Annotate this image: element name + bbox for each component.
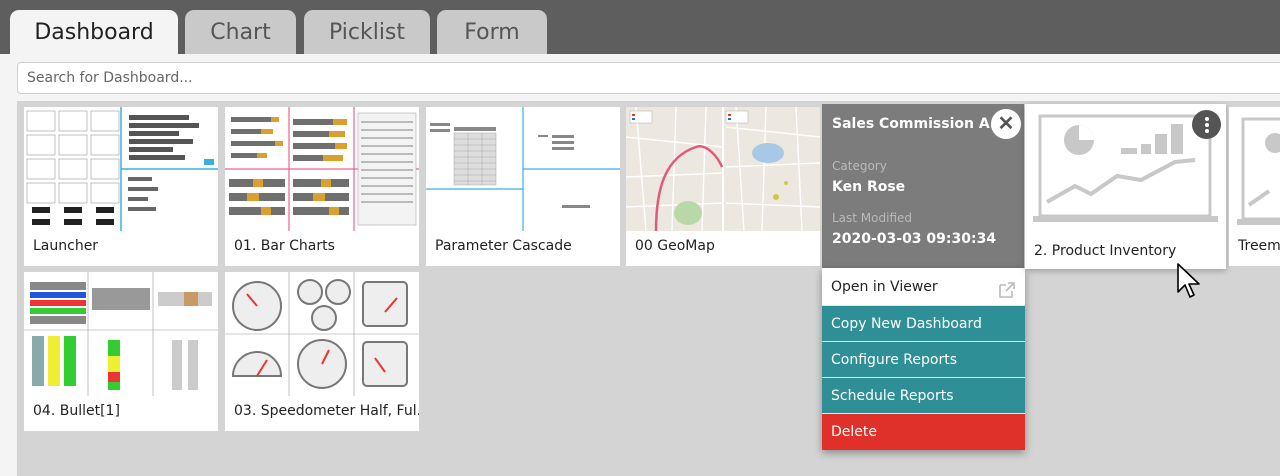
external-link-icon[interactable] — [997, 277, 1017, 298]
dashboard-card-speedometer[interactable]: 03. Speedometer Half, Ful... — [225, 272, 419, 431]
schedule-reports-item[interactable]: Schedule Reports — [822, 378, 1025, 414]
tab-picklist[interactable]: Picklist — [304, 10, 430, 54]
delete-item[interactable]: Delete — [822, 414, 1025, 450]
last-modified-label: Last Modified — [832, 211, 913, 225]
search-input[interactable]: Search for Dashboard... — [17, 62, 1280, 94]
card-label: 2. Product Inventory — [1034, 243, 1177, 259]
card-label: 00 GeoMap — [635, 238, 715, 254]
dashboard-thumbnail — [225, 107, 419, 231]
card-label: 03. Speedometer Half, Ful... — [234, 403, 419, 419]
last-modified-value: 2020-03-03 09:30:34 — [832, 231, 997, 247]
more-options-button[interactable] — [1192, 110, 1221, 139]
dashboard-card-bullet[interactable]: 04. Bullet[1] — [24, 272, 218, 431]
card-label: Treema — [1238, 238, 1280, 254]
dashboard-thumbnail — [24, 107, 218, 231]
dashboard-thumbnail — [24, 272, 218, 396]
kebab-menu-icon — [1204, 116, 1209, 133]
dashboard-context-menu: Open in Viewer Copy New Dashboard Config… — [822, 268, 1025, 450]
dashboard-card-geomap[interactable]: 00 GeoMap — [626, 107, 820, 266]
configure-reports-item[interactable]: Configure Reports — [822, 342, 1025, 378]
dashboard-info-panel: Sales Commission A... ✕ Category Ken Ros… — [822, 104, 1024, 268]
close-icon: ✕ — [997, 113, 1015, 135]
card-label: 04. Bullet[1] — [33, 403, 120, 419]
card-label: 01. Bar Charts — [234, 238, 335, 254]
category-value: Ken Rose — [832, 179, 906, 195]
tab-dashboard[interactable]: Dashboard — [10, 10, 178, 54]
copy-new-dashboard-item[interactable]: Copy New Dashboard — [822, 306, 1025, 342]
dashboard-thumbnail — [626, 107, 820, 231]
tab-form[interactable]: Form — [437, 10, 547, 54]
open-in-viewer-label: Open in Viewer — [831, 279, 938, 295]
card-label: Parameter Cascade — [435, 238, 572, 254]
open-in-viewer-item[interactable]: Open in Viewer — [822, 268, 1025, 306]
dashboard-title: Sales Commission A... — [832, 116, 1006, 132]
dashboard-card-treemap[interactable]: Treema — [1229, 107, 1280, 266]
close-button[interactable]: ✕ — [991, 109, 1021, 139]
mouse-cursor-icon — [1176, 262, 1202, 305]
dashboard-card-bar-charts[interactable]: 01. Bar Charts — [225, 107, 419, 266]
dashboard-card-launcher[interactable]: Launcher — [24, 107, 218, 266]
card-label: Launcher — [33, 238, 99, 254]
dashboard-thumbnail — [225, 272, 419, 396]
category-label: Category — [832, 159, 887, 173]
tab-chart[interactable]: Chart — [185, 10, 296, 54]
dashboard-card-parameter-cascade[interactable]: Parameter Cascade — [426, 107, 620, 266]
dashboard-thumbnail — [426, 107, 620, 231]
tab-bar: Dashboard Chart Picklist Form — [0, 0, 1280, 54]
dashboard-thumbnail — [1229, 107, 1280, 231]
